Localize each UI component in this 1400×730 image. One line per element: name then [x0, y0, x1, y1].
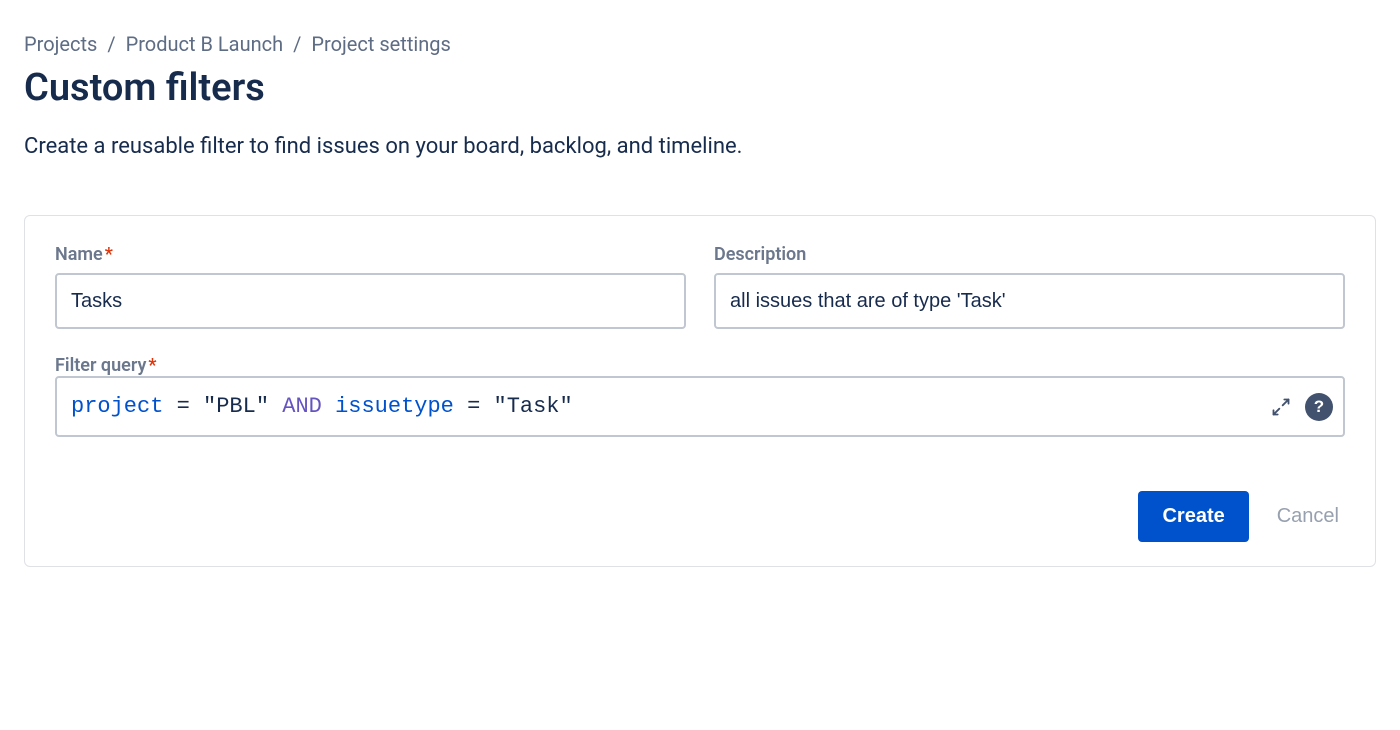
description-field-group: Description: [714, 244, 1345, 329]
create-button[interactable]: Create: [1138, 491, 1248, 542]
name-field-group: Name*: [55, 244, 686, 329]
query-actions: ?: [1267, 393, 1333, 421]
filter-query-label: Filter query*: [55, 355, 156, 376]
name-label: Name*: [55, 244, 686, 265]
breadcrumb: Projects / Product B Launch / Project se…: [24, 32, 1376, 56]
cancel-button[interactable]: Cancel: [1271, 499, 1345, 534]
jql-token-str: "PBL": [203, 394, 269, 419]
breadcrumb-separator: /: [293, 32, 301, 56]
form-footer: Create Cancel: [55, 491, 1345, 542]
description-label: Description: [714, 244, 1345, 265]
jql-token-field: project: [71, 394, 163, 419]
jql-token-str: "Task": [494, 394, 573, 419]
page-description: Create a reusable filter to find issues …: [24, 134, 1376, 159]
filter-query-label-text: Filter query: [55, 355, 146, 376]
help-icon[interactable]: ?: [1305, 393, 1333, 421]
breadcrumb-item-project[interactable]: Product B Launch: [126, 32, 284, 56]
breadcrumb-separator: /: [107, 32, 115, 56]
breadcrumb-item-settings[interactable]: Project settings: [311, 32, 450, 56]
breadcrumb-item-projects[interactable]: Projects: [24, 32, 97, 56]
required-mark: *: [148, 355, 156, 376]
jql-token-field: issuetype: [335, 394, 454, 419]
page-title: Custom filters: [24, 66, 1376, 110]
jql-token-op: AND: [282, 394, 322, 419]
jql-token-punct: =: [467, 394, 480, 419]
name-label-text: Name: [55, 244, 103, 265]
jql-token-punct: =: [177, 394, 190, 419]
create-filter-panel: Name* Description Filter query* project …: [24, 215, 1376, 567]
name-input[interactable]: [55, 273, 686, 329]
required-mark: *: [105, 244, 113, 265]
filter-query-input[interactable]: project = "PBL" AND issuetype = "Task": [55, 376, 1345, 437]
description-input[interactable]: [714, 273, 1345, 329]
expand-icon[interactable]: [1267, 393, 1295, 421]
